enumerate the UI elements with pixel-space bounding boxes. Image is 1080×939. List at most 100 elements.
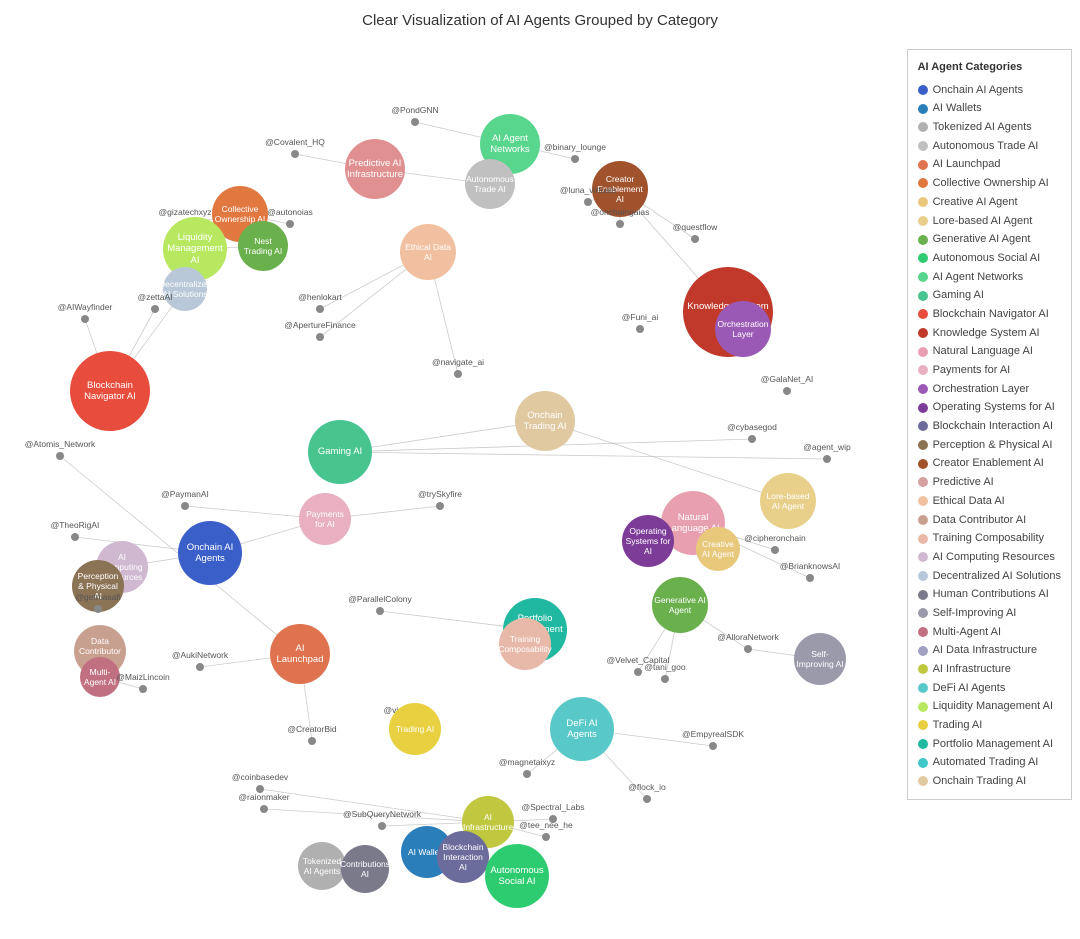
handle-label-binary_lounge: @binary_lounge xyxy=(544,142,606,152)
node-henlokart[interactable] xyxy=(316,305,324,313)
handle-label-Atomis_Network: @Atomis_Network xyxy=(25,439,96,449)
node-ai-launchpad[interactable]: AI Launchpad xyxy=(270,624,330,684)
node-pondgnn[interactable] xyxy=(411,118,419,126)
legend-item-ai-infrastructure: AI Infrastructure xyxy=(918,660,1061,679)
handle-label-Spectral_Labs: @Spectral_Labs xyxy=(522,802,585,812)
handle-label-navigate_ai: @navigate_ai xyxy=(432,357,484,367)
node-tani_goo[interactable] xyxy=(661,675,669,683)
node-aperturefinance[interactable] xyxy=(316,333,324,341)
node-binary_lounge[interactable] xyxy=(571,155,579,163)
node-aiwayfinder[interactable] xyxy=(81,315,89,323)
node-subquerynetwork[interactable] xyxy=(378,822,386,830)
legend-dot xyxy=(918,365,928,375)
legend-item-onchain-ai-agents: Onchain AI Agents xyxy=(918,81,1061,100)
node-luna_virtuals[interactable] xyxy=(584,198,592,206)
node-operating-systems-for-ai[interactable]: Operating Systems for AI xyxy=(622,515,674,567)
handle-label-gizatechxyz: @gizatechxyz xyxy=(158,207,211,217)
legend-title: AI Agent Categories xyxy=(918,58,1061,77)
node-onchain-ai-agents[interactable]: Onchain AI Agents xyxy=(178,521,242,585)
legend-dot xyxy=(918,590,928,600)
legend-label: Self-Improving AI xyxy=(933,604,1017,623)
legend-dot xyxy=(918,496,928,506)
handle-label-ParallelColony: @ParallelColony xyxy=(348,594,411,604)
node-coinbasedev[interactable] xyxy=(256,785,264,793)
legend-label: AI Data Infrastructure xyxy=(933,641,1038,660)
handle-label-AIWayfinder: @AIWayfinder xyxy=(58,302,113,312)
node-atomis_network[interactable] xyxy=(56,452,64,460)
node-agent_wip[interactable] xyxy=(823,455,831,463)
node-funi_ai[interactable] xyxy=(636,325,644,333)
node-predictive-ai-infra[interactable]: Predictive AI Infrastructure xyxy=(345,139,405,199)
legend-label: Creative AI Agent xyxy=(933,193,1018,212)
node-ethical-data-ai[interactable]: Ethical Data AI xyxy=(400,224,456,280)
node-creatorbid[interactable] xyxy=(308,737,316,745)
legend-label: Onchain AI Agents xyxy=(933,81,1024,100)
node-empyrealsdk[interactable] xyxy=(709,742,717,750)
handle-label-Covalent_HQ: @Covalent_HQ xyxy=(265,137,325,147)
node-blockchain-interaction-ai[interactable]: Blockchain Interaction AI xyxy=(437,831,489,883)
node-nest-trading-ai[interactable]: Nest Trading AI xyxy=(238,221,288,271)
node-parallelcolony[interactable] xyxy=(376,607,384,615)
node-magnetaixyz[interactable] xyxy=(523,770,531,778)
node-orchestration-layer[interactable]: Orchestration Layer xyxy=(715,301,771,357)
legend-label: Onchain Trading AI xyxy=(933,772,1027,791)
main-container: AI Agent NetworksAutonomous Trade AI@Pon… xyxy=(0,29,1080,939)
node-human-contributions-ai[interactable]: Contributions AI xyxy=(341,845,389,893)
legend-label: Blockchain Navigator AI xyxy=(933,305,1049,324)
node-trading-ai[interactable]: Trading AI xyxy=(389,703,441,755)
node-cipheronchain[interactable] xyxy=(771,546,779,554)
node-self-improving-ai[interactable]: Self-Improving AI xyxy=(794,633,846,685)
legend-label: Creator Enablement AI xyxy=(933,454,1044,473)
node-paymanai[interactable] xyxy=(181,502,189,510)
legend-item-automated-trading-ai: Automated Trading AI xyxy=(918,753,1061,772)
legend-dot xyxy=(918,421,928,431)
node-questflow[interactable] xyxy=(691,235,699,243)
node-maizlincoin[interactable] xyxy=(139,685,147,693)
node-tee_nee_he[interactable] xyxy=(542,833,550,841)
node-autonomous-social-ai[interactable]: Autonomous Social AI xyxy=(485,844,549,908)
node-raionmaker[interactable] xyxy=(260,805,268,813)
handle-label-henlokart: @henlokart xyxy=(298,292,342,302)
legend-label: Lore-based AI Agent xyxy=(933,212,1033,231)
node-flock_io[interactable] xyxy=(643,795,651,803)
node-cybasegod[interactable] xyxy=(748,435,756,443)
node-theorigai[interactable] xyxy=(71,533,79,541)
node-onchain-trading-ai[interactable]: Onchain Trading AI xyxy=(515,391,575,451)
node-velvet_capital[interactable] xyxy=(634,668,642,676)
node-zettaai[interactable] xyxy=(151,305,159,313)
node-getmasafi[interactable] xyxy=(94,605,102,613)
node-autonoias[interactable] xyxy=(286,220,294,228)
legend-dot xyxy=(918,515,928,525)
node-lore-based-ai-agent[interactable]: Lore-based AI Agent xyxy=(760,473,816,529)
legend-label: AI Launchpad xyxy=(933,155,1001,174)
node-spectral_labs[interactable] xyxy=(549,815,557,823)
node-payments-for-ai[interactable]: Payments for AI xyxy=(299,493,351,545)
legend-label: AI Infrastructure xyxy=(933,660,1011,679)
node-training-composability[interactable]: Training Composability xyxy=(499,618,551,670)
node-multi-agent-ai[interactable]: Multi-Agent AI xyxy=(80,657,120,697)
legend-item-blockchain-interaction-ai: Blockchain Interaction AI xyxy=(918,417,1061,436)
legend-dot xyxy=(918,104,928,114)
node-autonomous-trade-ai[interactable]: Autonomous Trade AI xyxy=(465,159,515,209)
node-creator-enablement-ai[interactable]: Creator Enablement AI xyxy=(592,161,648,217)
node-aukinetwork[interactable] xyxy=(196,663,204,671)
legend-item-blockchain-navigator-ai: Blockchain Navigator AI xyxy=(918,305,1061,324)
legend-item-generative-ai-agent: Generative AI Agent xyxy=(918,230,1061,249)
node-onchaingaias[interactable] xyxy=(616,220,624,228)
legend-item-payments-for-ai: Payments for AI xyxy=(918,361,1061,380)
node-creative-ai-agent[interactable]: Creative AI Agent xyxy=(696,527,740,571)
node-alloranetwork[interactable] xyxy=(744,645,752,653)
node-brianknowsai[interactable] xyxy=(806,574,814,582)
node-galanet_ai[interactable] xyxy=(783,387,791,395)
node-generative-ai-agent[interactable]: Generative AI Agent xyxy=(652,577,708,633)
node-decentralized-ai-solutions[interactable]: Decentralized AI Solutions xyxy=(163,267,207,311)
node-tokenized-ai-agents[interactable]: Tokenized AI Agents xyxy=(298,842,346,890)
legend-dot xyxy=(918,720,928,730)
node-tryskyfire[interactable] xyxy=(436,502,444,510)
node-defi-ai-agents[interactable]: DeFi AI Agents xyxy=(550,697,614,761)
node-covalent_hq[interactable] xyxy=(291,150,299,158)
node-gaming-ai[interactable]: Gaming AI xyxy=(308,420,372,484)
legend-dot xyxy=(918,328,928,338)
node-navigate_ai[interactable] xyxy=(454,370,462,378)
node-blockchain-navigator-ai[interactable]: Blockchain Navigator AI xyxy=(70,351,150,431)
